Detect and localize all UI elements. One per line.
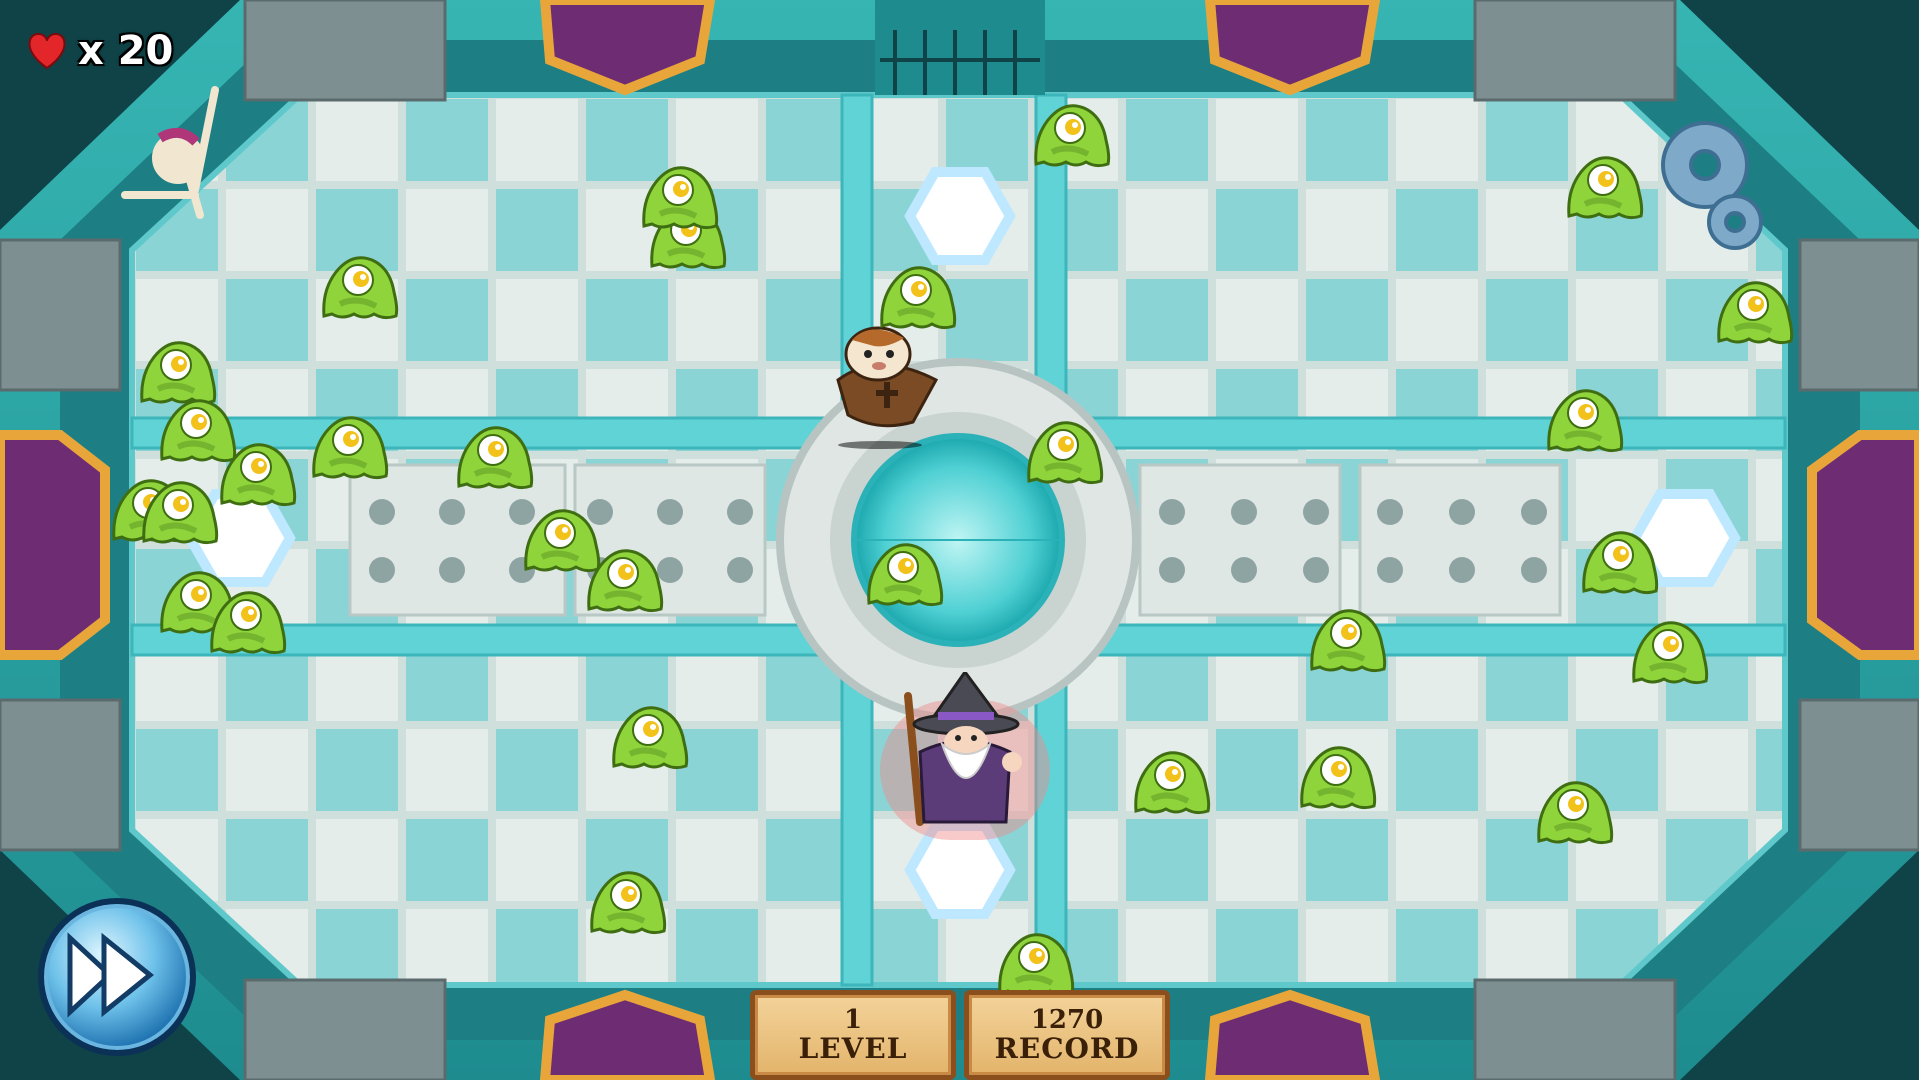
slime-enemy bbox=[1567, 156, 1644, 220]
fast-forward-icon bbox=[67, 932, 154, 1018]
slime-enemy bbox=[1027, 421, 1104, 485]
slime-enemy bbox=[1632, 621, 1709, 685]
slime-enemy bbox=[880, 266, 957, 330]
slime-enemy bbox=[1134, 751, 1211, 815]
slime-enemy bbox=[322, 256, 399, 320]
slime-enemy bbox=[587, 549, 664, 613]
slime-enemy bbox=[142, 481, 219, 545]
slime-enemy bbox=[210, 591, 287, 655]
level-label: LEVEL bbox=[798, 1031, 908, 1065]
wizard-player[interactable] bbox=[880, 672, 1050, 842]
slime-enemy bbox=[457, 426, 534, 490]
record-value: 1270 bbox=[1030, 1004, 1104, 1035]
level-board: 1 LEVEL bbox=[750, 990, 956, 1080]
level-value: 1 bbox=[843, 1004, 863, 1035]
slime-enemy bbox=[1034, 104, 1111, 168]
slime-enemy bbox=[867, 543, 944, 607]
heart-icon bbox=[28, 33, 66, 70]
slime-enemy bbox=[1300, 746, 1377, 810]
lives-count: x 20 bbox=[78, 28, 174, 74]
slime-enemy bbox=[220, 443, 297, 507]
dash-button[interactable] bbox=[38, 898, 196, 1056]
slime-enemy bbox=[1537, 781, 1614, 845]
slime-enemy bbox=[312, 416, 389, 480]
record-board: 1270 RECORD bbox=[964, 990, 1170, 1080]
slime-enemy bbox=[1310, 609, 1387, 673]
scoreboard: 1 LEVEL 1270 RECORD bbox=[746, 990, 1174, 1080]
slime-enemy bbox=[612, 706, 689, 770]
slime-enemy bbox=[1717, 281, 1794, 345]
slime-enemy bbox=[998, 933, 1075, 997]
guinea-pig-monk bbox=[836, 326, 939, 449]
slime-enemy bbox=[1582, 531, 1659, 595]
slime-enemy bbox=[590, 871, 667, 935]
game-stage[interactable]: x 20 1 LEVEL 1270 RECORD bbox=[0, 0, 1919, 1080]
slime-enemy bbox=[642, 166, 719, 230]
record-label: RECORD bbox=[994, 1031, 1140, 1065]
lives-counter: x 20 bbox=[26, 28, 173, 74]
slime-enemy bbox=[1547, 389, 1624, 453]
